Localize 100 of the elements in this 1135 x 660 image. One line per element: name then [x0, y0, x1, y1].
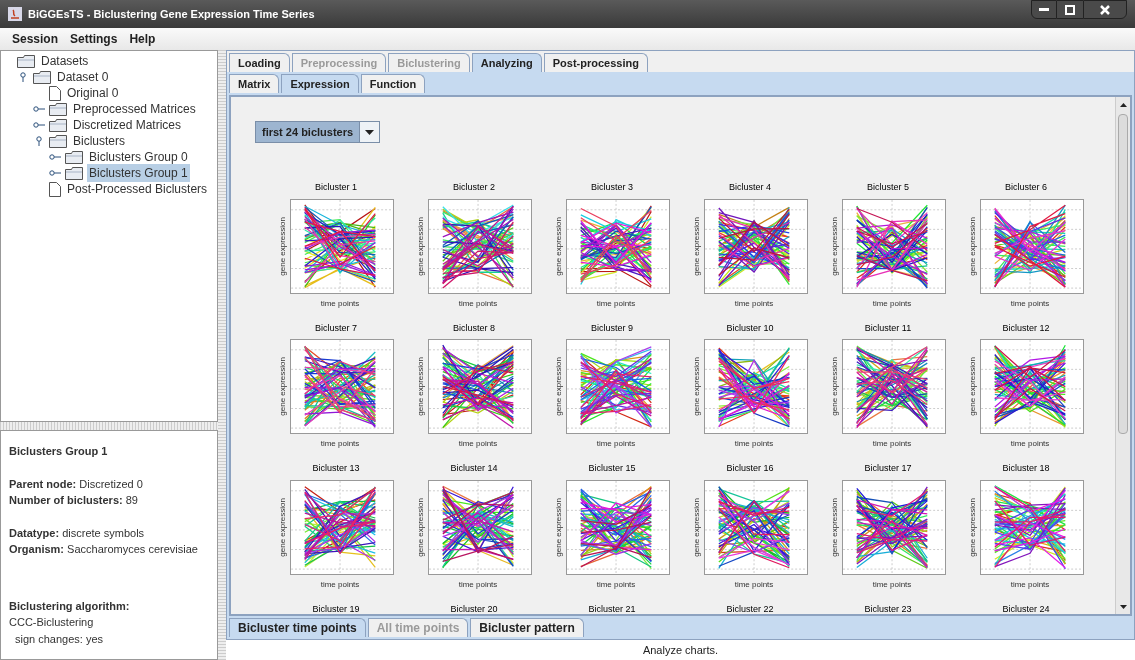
folder-icon	[33, 70, 51, 84]
axis-label: gene expression	[278, 216, 288, 276]
tab[interactable]: Bicluster pattern	[470, 618, 584, 637]
axis-label: time points	[1010, 297, 1050, 310]
tab[interactable]: Function	[360, 74, 426, 93]
axis-label: time points	[1010, 578, 1050, 591]
axis-label: time points	[320, 297, 360, 310]
scroll-up-icon[interactable]	[1119, 102, 1127, 107]
tree-item[interactable]: Post-Processed Biclusters	[65, 180, 210, 198]
tab[interactable]: Expression	[281, 74, 359, 93]
tree-item[interactable]: Discretized Matrices	[71, 116, 184, 134]
caret-icon	[365, 129, 375, 135]
axis-label: gene expression	[830, 497, 840, 557]
axis-label: gene expression	[278, 497, 288, 557]
axis-label: gene expression	[692, 216, 702, 276]
expanded-handle-icon[interactable]	[33, 136, 45, 146]
folder-icon	[49, 102, 67, 116]
plot-title: Bicluster 20	[450, 602, 498, 614]
close-icon	[1100, 4, 1110, 15]
tab[interactable]: Post-processing	[543, 53, 648, 72]
app-icon	[8, 7, 22, 21]
plot-title: Bicluster 14	[450, 462, 498, 475]
axis-label: gene expression	[968, 357, 978, 416]
plot-title: Bicluster 12	[1002, 321, 1050, 335]
axis-label: time points	[320, 438, 360, 450]
tab[interactable]: Bicluster time points	[229, 618, 366, 637]
collapsed-handle-icon[interactable]	[49, 152, 61, 162]
plot-title: Bicluster 10	[726, 321, 774, 335]
axis-label: time points	[458, 297, 498, 310]
plot-title: Bicluster 1	[315, 181, 357, 194]
plot-title: Bicluster 9	[591, 321, 633, 335]
axis-label: gene expression	[554, 216, 564, 276]
axis-label: gene expression	[554, 497, 564, 557]
menu-item[interactable]: Help	[129, 30, 156, 48]
axis-label: time points	[458, 578, 498, 591]
folder-icon	[17, 54, 35, 68]
details-title: Biclusters Group 1	[9, 444, 109, 459]
collapsed-handle-icon[interactable]	[33, 104, 45, 114]
axis-label: time points	[872, 297, 912, 310]
plot-title: Bicluster 21	[588, 602, 636, 614]
plot-title: Bicluster 16	[726, 462, 774, 475]
document-icon	[49, 85, 61, 101]
tree-item[interactable]: Dataset 0	[55, 68, 111, 86]
detail-line: Datatype: discrete symbols	[9, 525, 146, 541]
axis-label: time points	[872, 578, 912, 591]
menu-item[interactable]: Session	[12, 30, 59, 48]
tab[interactable]: Analyzing	[471, 53, 542, 72]
axis-label: time points	[596, 578, 636, 591]
axis-label: time points	[596, 438, 636, 450]
detail-value: CCC-Biclustering	[9, 615, 95, 630]
tree-item[interactable]: Preprocessed Matrices	[71, 100, 198, 118]
tree-item[interactable]: Biclusters	[71, 132, 127, 150]
tab[interactable]: Matrix	[229, 74, 280, 93]
axis-label: gene expression	[554, 357, 564, 416]
detail-value: sign changes: yes	[14, 631, 105, 647]
axis-label: time points	[596, 297, 636, 310]
axis-label: gene expression	[416, 216, 426, 276]
plot-title: Bicluster 19	[312, 602, 360, 614]
plot-title: Bicluster 4	[729, 181, 771, 194]
axis-label: gene expression	[692, 497, 702, 557]
folder-icon	[49, 134, 67, 148]
plot-title: Bicluster 5	[867, 181, 909, 194]
folder-icon	[65, 166, 83, 180]
menu-item[interactable]: Settings	[70, 30, 118, 48]
axis-label: time points	[734, 438, 774, 450]
plot-title: Bicluster 8	[453, 321, 495, 335]
scrollbar[interactable]	[1115, 97, 1130, 614]
folder-icon	[49, 118, 67, 132]
detail-label: Biclustering algorithm:	[9, 598, 131, 614]
plot-title: Bicluster 3	[591, 181, 633, 194]
axis-label: gene expression	[968, 216, 978, 276]
plot-title: Bicluster 22	[726, 602, 774, 614]
detail-line: Organism: Saccharomyces cerevisiae	[9, 542, 199, 557]
close-button[interactable]	[1083, 0, 1127, 19]
axis-label: time points	[872, 438, 912, 450]
tree-item[interactable]: Original 0	[65, 84, 121, 102]
plot-title: Bicluster 18	[1002, 462, 1050, 475]
collapsed-handle-icon[interactable]	[49, 168, 61, 178]
plot-title: Bicluster 7	[315, 321, 357, 335]
minimize-button[interactable]	[1031, 0, 1057, 19]
plot-title: Bicluster 23	[864, 602, 912, 614]
axis-label: gene expression	[416, 357, 426, 416]
detail-line: Number of biclusters: 89	[9, 493, 139, 508]
tab[interactable]: Loading	[229, 53, 290, 72]
scroll-down-icon[interactable]	[1119, 604, 1127, 609]
dropdown[interactable]: first 24 biclusters	[255, 121, 381, 143]
tree-item[interactable]: Biclusters Group 1	[87, 164, 190, 182]
axis-label: time points	[458, 438, 498, 450]
plot-title: Bicluster 2	[453, 181, 495, 194]
maximize-button[interactable]	[1057, 0, 1083, 19]
tree-item[interactable]: Biclusters Group 0	[87, 148, 190, 166]
axis-label: time points	[734, 297, 774, 310]
expanded-handle-icon[interactable]	[17, 72, 29, 82]
plot-title: Bicluster 17	[864, 462, 912, 475]
collapsed-handle-icon[interactable]	[33, 120, 45, 130]
axis-label: gene expression	[830, 357, 840, 416]
axis-label: gene expression	[830, 216, 840, 276]
axis-label: gene expression	[278, 357, 288, 416]
plot-title: Bicluster 6	[1005, 181, 1047, 194]
tree-item[interactable]: Datasets	[39, 52, 91, 70]
